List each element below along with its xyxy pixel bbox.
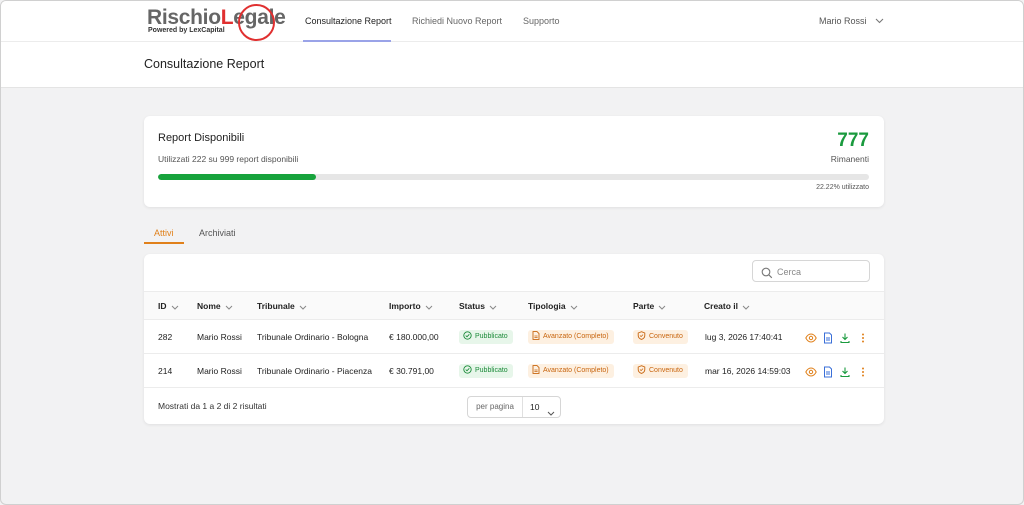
search-input[interactable] — [777, 264, 865, 279]
column-header-tipologia[interactable]: Tipologia — [528, 292, 578, 320]
tab-active-indicator — [144, 242, 184, 244]
per-page-value: 10 — [530, 402, 540, 412]
page-header: Consultazione Report — [1, 42, 1023, 88]
top-navbar: RischioLegale Powered by LexCapital Cons… — [1, 1, 1023, 42]
quota-title: Report Disponibili — [158, 132, 245, 144]
cell-nome: Mario Rossi — [197, 366, 242, 376]
status-badge: Pubblicato — [459, 330, 513, 344]
per-page-select[interactable]: 10 — [524, 397, 561, 417]
status-badge: Pubblicato — [459, 364, 513, 378]
chevron-down-icon — [570, 293, 578, 321]
column-header-nome[interactable]: Nome — [197, 292, 233, 320]
quota-remaining-count: 777 — [837, 130, 869, 151]
quota-used-percent: 22.22% utilizzato — [816, 184, 869, 191]
table-row[interactable]: 214 Mario Rossi Tribunale Ordinario - Pi… — [144, 354, 884, 388]
logo-tagline: Powered by LexCapital — [148, 27, 225, 34]
eye-icon[interactable] — [805, 331, 817, 343]
shield-check-icon — [637, 365, 646, 374]
chevron-down-icon — [742, 293, 750, 321]
report-quota-card: Report Disponibili Utilizzati 222 su 999… — [144, 116, 884, 207]
column-header-status[interactable]: Status — [459, 292, 497, 320]
cell-tribunale: Tribunale Ordinario - Bologna — [257, 332, 369, 342]
report-tabs: Attivi Archiviati — [144, 223, 884, 244]
document-icon — [532, 331, 540, 340]
cell-creato-il: mar 16, 2026 14:59:03 — [705, 366, 791, 376]
chevron-down-icon — [171, 293, 179, 321]
column-header-id[interactable]: ID — [158, 292, 179, 320]
nav-richiedi-nuovo-report[interactable]: Richiedi Nuovo Report — [412, 1, 502, 42]
logo-ring-icon — [238, 4, 275, 41]
per-page-control: per pagina 10 — [467, 396, 561, 418]
column-header-creato-il[interactable]: Creato il — [704, 292, 750, 320]
quota-progress-fill — [158, 174, 316, 180]
cell-id: 282 — [158, 332, 173, 342]
search-icon — [761, 266, 773, 279]
cell-importo: € 180.000,00 — [389, 332, 439, 342]
user-menu[interactable]: Mario Rossi — [819, 1, 884, 42]
more-vertical-icon[interactable] — [857, 365, 869, 377]
cell-tribunale: Tribunale Ordinario - Piacenza — [257, 366, 372, 376]
document-icon[interactable] — [822, 365, 834, 378]
per-page-label: per pagina — [468, 397, 523, 417]
more-vertical-icon[interactable] — [857, 331, 869, 343]
chevron-down-icon — [299, 293, 307, 321]
eye-icon[interactable] — [805, 365, 817, 377]
nav-supporto[interactable]: Supporto — [523, 1, 560, 42]
page-title: Consultazione Report — [144, 57, 265, 71]
download-icon[interactable] — [839, 331, 851, 344]
results-summary: Mostrati da 1 a 2 di 2 risultati — [158, 401, 267, 411]
reports-table-card: ID Nome Tribunale Importo Status Tipolog… — [144, 254, 884, 424]
quota-remaining-label: Rimanenti — [830, 154, 869, 164]
document-icon — [532, 365, 540, 374]
user-name: Mario Rossi — [819, 16, 867, 26]
check-circle-icon — [463, 331, 472, 340]
brand-logo[interactable]: RischioLegale Powered by LexCapital — [147, 4, 286, 41]
table-header: ID Nome Tribunale Importo Status Tipolog… — [144, 291, 884, 320]
column-header-parte[interactable]: Parte — [633, 292, 666, 320]
parte-badge: Convenuto — [633, 330, 688, 344]
parte-badge: Convenuto — [633, 364, 688, 378]
tipologia-badge: Avanzato (Completo) — [528, 364, 614, 378]
tipologia-badge: Avanzato (Completo) — [528, 330, 614, 344]
app-window: RischioLegale Powered by LexCapital Cons… — [0, 0, 1024, 505]
tab-attivi[interactable]: Attivi — [154, 223, 174, 244]
tab-archiviati[interactable]: Archiviati — [199, 223, 236, 244]
shield-check-icon — [637, 331, 646, 340]
document-icon[interactable] — [822, 331, 834, 344]
download-icon[interactable] — [839, 365, 851, 378]
search-box[interactable] — [752, 260, 870, 282]
chevron-down-icon — [658, 293, 666, 321]
cell-nome: Mario Rossi — [197, 332, 242, 342]
column-header-importo[interactable]: Importo — [389, 292, 433, 320]
chevron-down-icon — [225, 293, 233, 321]
nav-consultazione-report[interactable]: Consultazione Report — [305, 1, 392, 42]
check-circle-icon — [463, 365, 472, 374]
quota-progress-bar — [158, 174, 869, 180]
table-row[interactable]: 282 Mario Rossi Tribunale Ordinario - Bo… — [144, 320, 884, 354]
column-header-tribunale[interactable]: Tribunale — [257, 292, 307, 320]
cell-id: 214 — [158, 366, 173, 376]
chevron-down-icon — [489, 293, 497, 321]
cell-creato-il: lug 3, 2026 17:40:41 — [705, 332, 783, 342]
cell-importo: € 30.791,00 — [389, 366, 434, 376]
chevron-down-icon — [875, 1, 884, 42]
quota-subtitle: Utilizzati 222 su 999 report disponibili — [158, 154, 299, 164]
chevron-down-icon — [547, 403, 555, 423]
chevron-down-icon — [425, 293, 433, 321]
